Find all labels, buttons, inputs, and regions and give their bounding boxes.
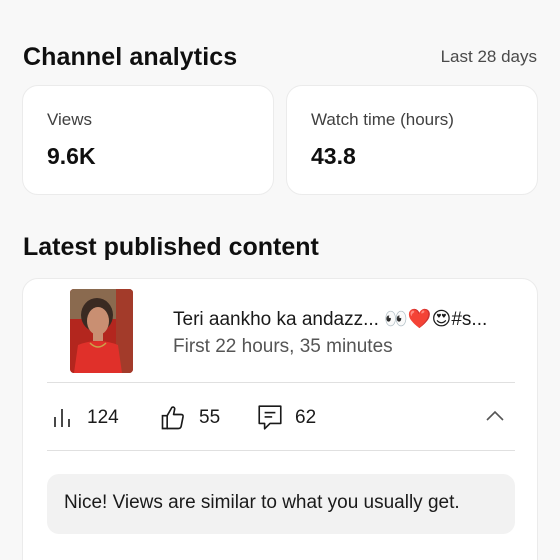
thumbs-up-icon — [161, 406, 184, 430]
views-value: 9.6K — [47, 143, 96, 169]
likes-count: 55 — [199, 407, 221, 428]
comment-icon — [258, 405, 282, 430]
views-metric: 124 — [51, 403, 119, 433]
analytics-header: Channel analytics Last 28 days — [23, 40, 537, 74]
divider — [47, 382, 515, 383]
likes-metric: 55 — [159, 403, 220, 433]
thumbnail-image — [70, 289, 133, 373]
period-label: Last 28 days — [440, 47, 537, 66]
divider — [47, 450, 515, 451]
video-title[interactable]: Teri aankho ka andazz... 👀❤️😍#s... — [173, 307, 513, 331]
video-thumbnail[interactable] — [70, 289, 133, 373]
video-subtitle: First 22 hours, 35 minutes — [173, 336, 393, 357]
views-label: Views — [47, 110, 93, 129]
chevron-up-icon — [486, 410, 504, 421]
latest-content-card: Teri aankho ka andazz... 👀❤️😍#s... First… — [22, 278, 538, 560]
comments-count: 62 — [295, 407, 317, 428]
bar-chart-icon — [54, 409, 70, 427]
section-title: Latest published content — [23, 233, 319, 261]
watch-time-label: Watch time (hours) — [311, 110, 454, 129]
insight-banner: Nice! Views are similar to what you usua… — [47, 474, 515, 534]
watch-time-card[interactable]: Watch time (hours) 43.8 — [286, 85, 538, 195]
collapse-button[interactable] — [485, 409, 505, 428]
views-card[interactable]: Views 9.6K — [22, 85, 274, 195]
views-count: 124 — [87, 407, 119, 428]
watch-time-value: 43.8 — [311, 143, 356, 169]
page-title: Channel analytics — [23, 42, 238, 71]
comments-metric: 62 — [257, 403, 316, 433]
